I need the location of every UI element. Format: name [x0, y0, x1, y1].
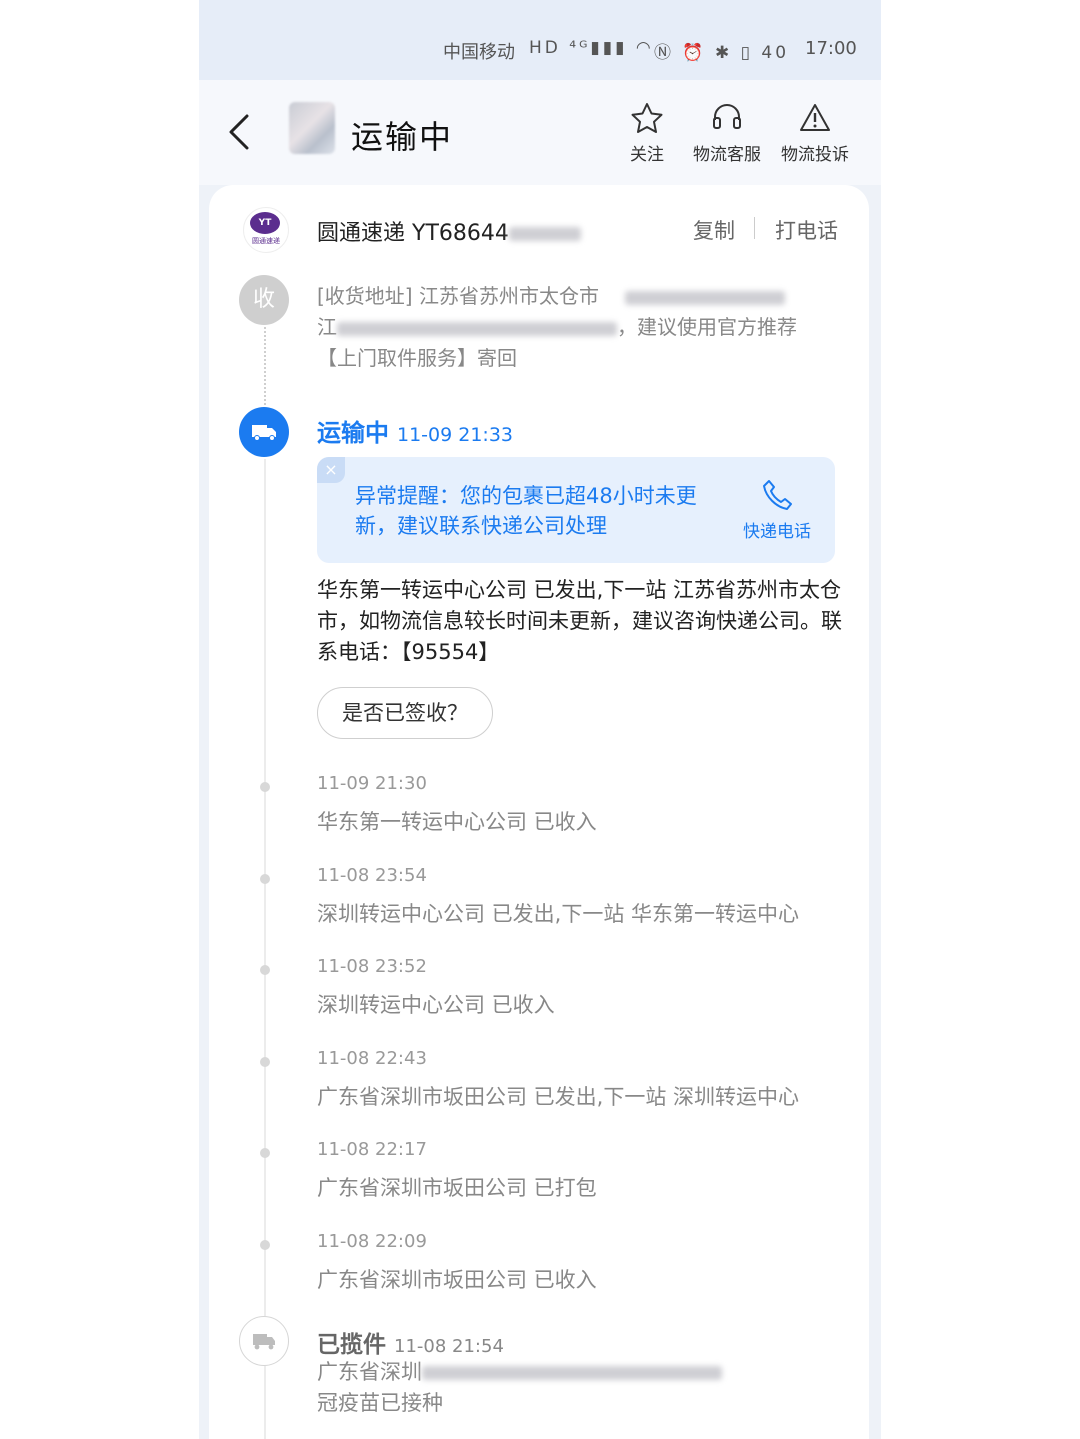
courier-logo: YT 圆通速递 — [243, 207, 289, 253]
address-line-2: 江 — [317, 315, 337, 339]
picked-status: 已揽件 11-08 21:54 — [317, 1325, 504, 1359]
star-icon — [631, 103, 663, 133]
carrier-label: 中国移动 — [443, 42, 515, 63]
redacted-detail — [422, 1366, 722, 1380]
event-desc: 深圳转运中心公司 已收入 — [317, 993, 555, 1017]
status-bar: 中国移动 HD ⁴ᴳ▮▮▮ ◠ Ⓝ ⏰ ✱ ▯ 40 17:00 — [199, 0, 881, 80]
picked-detail: 广东省深圳 冠疫苗已接种 — [317, 1357, 842, 1419]
product-thumbnail[interactable] — [289, 102, 335, 154]
alert-text: 异常提醒：您的包裹已超48小时未更新，建议联系快递公司处理 — [355, 484, 697, 538]
picked-time: 11-08 21:54 — [394, 1336, 504, 1357]
receiver-address: [收货地址] 江苏省苏州市太仓市 江 ，建议使用官方推荐 【上门取件服务】寄回 — [317, 281, 842, 374]
customer-service-button[interactable]: 物流客服 — [687, 102, 767, 165]
tracking-number: YT68644 — [412, 221, 509, 246]
transit-detail: 华东第一转运中心公司 已发出,下一站 江苏省苏州市太仓市，如物流信息较长时间未更… — [317, 578, 842, 664]
divider — [754, 217, 755, 239]
follow-label: 关注 — [630, 145, 664, 165]
address-line-1: [收货地址] 江苏省苏州市太仓市 — [317, 284, 599, 308]
app-header: 运输中 关注 物流客服 物流投诉 — [199, 80, 881, 185]
back-arrow-icon[interactable] — [221, 110, 257, 154]
picked-desc-start: 广东省深圳 — [317, 1360, 422, 1384]
phone-screen: 中国移动 HD ⁴ᴳ▮▮▮ ◠ Ⓝ ⏰ ✱ ▯ 40 17:00 运输中 关注 … — [199, 0, 881, 1439]
status-icons: HD ⁴ᴳ▮▮▮ ◠ — [529, 38, 654, 58]
timeline-line — [264, 459, 266, 1439]
call-button[interactable]: 打电话 — [775, 215, 838, 245]
timeline-event: 11-09 21:30 华东第一转运中心公司 已收入 — [317, 773, 597, 836]
event-desc: 广东省深圳市坂田公司 已收入 — [317, 1268, 597, 1292]
truck-icon — [252, 425, 276, 441]
customer-service-label: 物流客服 — [693, 145, 761, 165]
phone-icon — [763, 480, 792, 510]
courier-tracking: 圆通速递 YT68644 — [317, 215, 581, 247]
complaint-button[interactable]: 物流投诉 — [775, 102, 855, 165]
event-desc: 广东省深圳市坂田公司 已打包 — [317, 1176, 597, 1200]
clock: 17:00 — [805, 38, 857, 59]
headset-icon — [713, 104, 741, 129]
timeline-event: 11-08 22:17 广东省深圳市坂田公司 已打包 — [317, 1139, 597, 1202]
timeline-event: 11-08 23:54 深圳转运中心公司 已发出,下一站 华东第一转运中心 — [317, 865, 799, 928]
logo-subtext: 圆通速递 — [252, 237, 280, 245]
courier-name: 圆通速递 — [317, 221, 406, 246]
alert-banner: × 异常提醒：您的包裹已超48小时未更新，建议联系快递公司处理 快递电话 — [317, 457, 835, 563]
event-time: 11-09 21:30 — [317, 773, 427, 794]
logistics-card: YT 圆通速递 圆通速递 YT68644 复制 打电话 收 [收货地址] 江苏省… — [209, 185, 869, 1439]
timeline-dot — [260, 1148, 270, 1158]
timeline-dot — [260, 874, 270, 884]
timeline-dot — [260, 1057, 270, 1067]
complaint-label: 物流投诉 — [781, 145, 849, 165]
event-time: 11-08 23:54 — [317, 865, 427, 886]
warning-icon — [800, 104, 830, 131]
event-desc: 深圳转运中心公司 已发出,下一站 华东第一转运中心 — [317, 902, 800, 926]
address-line-3: 【上门取件服务】寄回 — [317, 346, 517, 370]
event-desc: 华东第一转运中心公司 已收入 — [317, 810, 597, 834]
event-time: 11-08 22:43 — [317, 1048, 427, 1069]
logo-mark: YT — [250, 212, 280, 234]
transit-node — [239, 407, 289, 457]
transit-status-label: 运输中 — [317, 419, 389, 447]
picked-node — [239, 1316, 289, 1366]
event-time: 11-08 22:09 — [317, 1231, 427, 1252]
redacted-tracking — [508, 227, 581, 241]
follow-button[interactable]: 关注 — [619, 102, 675, 165]
page-title: 运输中 — [351, 118, 454, 156]
redacted-address — [625, 290, 786, 305]
redacted-address-2 — [337, 321, 617, 336]
close-icon[interactable]: × — [317, 457, 345, 483]
transit-time: 11-09 21:33 — [397, 424, 514, 446]
timeline-event: 11-08 22:43 广东省深圳市坂田公司 已发出,下一站 深圳转运中心 — [317, 1048, 799, 1111]
courier-phone-button[interactable]: 快递电话 — [737, 477, 817, 542]
event-desc: 广东省深圳市坂田公司 已发出,下一站 深圳转运中心 — [317, 1085, 800, 1109]
timeline-event: 11-08 23:52 深圳转运中心公司 已收入 — [317, 956, 555, 1019]
timeline-dot — [260, 1240, 270, 1250]
timeline-dotted — [264, 327, 266, 405]
picked-desc-line2: 冠疫苗已接种 — [317, 1391, 443, 1415]
address-line-2-tail: ，建议使用官方推荐 — [617, 315, 797, 339]
copy-button[interactable]: 复制 — [693, 215, 735, 245]
event-time: 11-08 23:52 — [317, 956, 427, 977]
receiver-badge: 收 — [239, 275, 289, 325]
truck-icon — [253, 1334, 275, 1350]
picked-status-label: 已揽件 — [317, 1332, 386, 1358]
timeline-dot — [260, 965, 270, 975]
signed-button[interactable]: 是否已签收？ — [317, 687, 493, 739]
courier-phone-label: 快递电话 — [743, 522, 811, 542]
transit-status: 运输中 11-09 21:33 — [317, 413, 513, 448]
timeline-event: 11-08 22:09 广东省深圳市坂田公司 已收入 — [317, 1231, 597, 1294]
event-time: 11-08 22:17 — [317, 1139, 427, 1160]
timeline-dot — [260, 782, 270, 792]
system-icons: Ⓝ ⏰ ✱ ▯ 40 — [654, 43, 790, 63]
